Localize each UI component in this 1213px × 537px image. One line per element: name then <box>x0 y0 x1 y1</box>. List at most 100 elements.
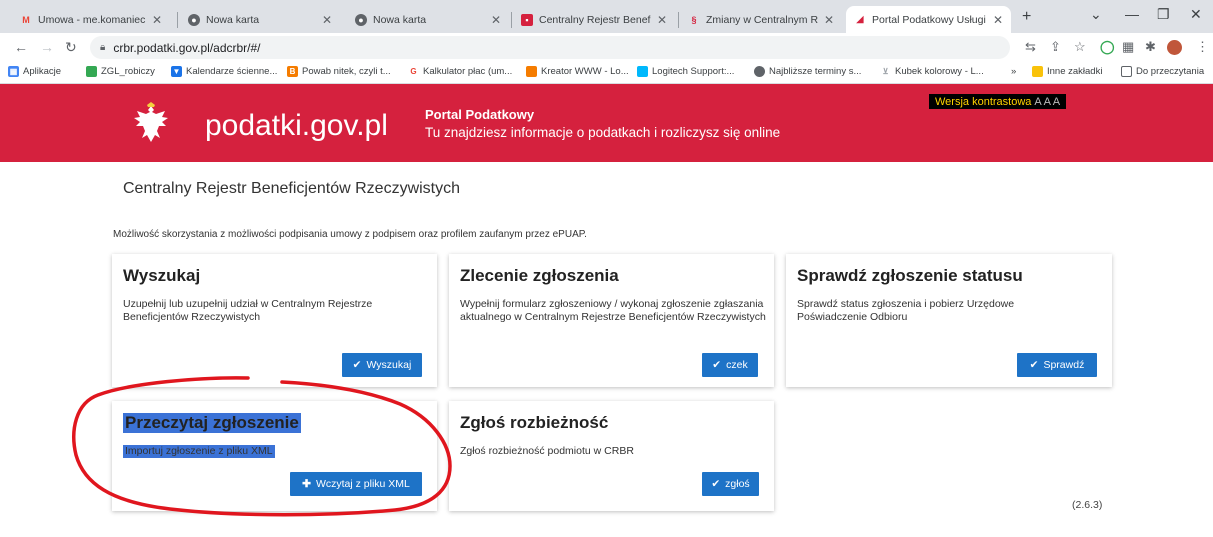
contrast-toggle[interactable]: Wersja kontrastowa A A A <box>929 94 1067 109</box>
tab-title: Umowa - me.komaniecka@ <box>38 13 146 26</box>
check-icon: ✔ <box>711 478 721 490</box>
bookmark-favicon-icon: ▼ <box>171 66 182 77</box>
bookmark-label: Do przeczytania <box>1136 66 1205 77</box>
button-label: Sprawdź <box>1043 359 1085 371</box>
bookmark-item[interactable]: B Powab nitek, czyli t... <box>287 66 391 77</box>
card-title: Wyszukaj <box>123 266 201 285</box>
check-icon: ✔ <box>712 359 722 371</box>
translate-icon[interactable]: ⇆ <box>1025 39 1036 55</box>
button-label: Wczytaj z pliku XML <box>315 478 410 490</box>
contrast-label: Wersja kontrastowa <box>935 95 1032 108</box>
tab-portal-podatkowy[interactable]: ◢ Portal Podatkowy Usługi - ✕ <box>846 6 1011 33</box>
bookmark-item[interactable]: Najbliższe terminy s... <box>754 66 861 77</box>
bookmark-item[interactable]: G Kalkulator płac (um... <box>408 66 512 77</box>
bookmark-item[interactable]: Logitech Support:... <box>637 66 734 77</box>
card-zglos-rozbieznosc: Zgłoś rozbieżność Zgłoś rozbieżność podm… <box>449 401 774 511</box>
bookmark-apps[interactable]: ▦ Aplikacje <box>8 66 61 77</box>
tab-title: Centralny Rejestr Beneficjen <box>539 13 651 26</box>
bookmark-item[interactable]: Kreator WWW - Lo... <box>526 66 629 77</box>
lock-icon[interactable]: 🔒︎ <box>100 42 105 53</box>
card-wyszukaj: Wyszukaj Uzupełnij lub uzupełnij udział … <box>112 254 437 387</box>
card-description: Importuj zgłoszenie z pliku XML <box>123 445 275 458</box>
browser-tab-strip: M Umowa - me.komaniecka@ ✕ ● Nowa karta … <box>0 0 1213 33</box>
logitech-icon <box>637 66 648 77</box>
check-status-button[interactable]: ✔ Sprawdź <box>1017 353 1097 377</box>
close-tab-icon[interactable]: ✕ <box>657 13 667 27</box>
bookmark-label: Kalendarze ścienne... <box>186 66 278 77</box>
back-icon[interactable]: ← <box>14 39 28 55</box>
tab-separator <box>177 12 178 28</box>
address-bar[interactable]: 🔒︎ crbr.podatki.gov.pl/adcrbr/#/ <box>90 36 1010 59</box>
bookmark-favicon-icon <box>86 66 97 77</box>
crbr-icon: ▪ <box>521 13 533 26</box>
bookmark-favicon-icon <box>526 66 537 77</box>
close-tab-icon[interactable]: ✕ <box>824 13 834 27</box>
extension-icon[interactable]: ▦ <box>1122 39 1134 55</box>
close-tab-icon[interactable]: ✕ <box>152 13 162 27</box>
bookmarks-overflow-button[interactable]: » <box>1011 66 1016 77</box>
paragraph-icon: § <box>691 14 697 25</box>
bookmark-label: Najbliższe terminy s... <box>769 66 862 77</box>
reload-icon[interactable]: ↻ <box>65 39 77 56</box>
chrome-icon: ● <box>188 13 200 26</box>
bookmark-label: Kalkulator płac (um... <box>423 66 513 77</box>
close-tab-icon[interactable]: ✕ <box>491 13 501 27</box>
bookmark-item[interactable]: ▼ Kalendarze ścienne... <box>171 66 277 77</box>
app-version: (2.6.3) <box>1072 499 1103 511</box>
extensions-puzzle-icon[interactable]: ✱ <box>1145 39 1156 55</box>
extension-green-icon[interactable]: ◯ <box>1100 39 1115 55</box>
tab-separator <box>511 12 512 28</box>
portal-subtitle: Tu znajdziesz informacje o podatkach i r… <box>425 125 781 140</box>
podatki-icon: ◢ <box>856 14 864 24</box>
other-bookmarks[interactable]: Inne zakładki <box>1032 66 1102 77</box>
bookmark-label: Logitech Support:... <box>652 66 735 77</box>
new-tab-icon[interactable]: + <box>1022 8 1031 26</box>
search-button[interactable]: ✔ Wyszukaj <box>342 353 422 377</box>
tab-gmail[interactable]: M Umowa - me.komaniecka@ ✕ <box>12 6 170 33</box>
minimize-icon[interactable]: — <box>1125 6 1139 22</box>
window-close-icon[interactable]: ✕ <box>1190 6 1202 23</box>
tab-new-1[interactable]: ● Nowa karta ✕ <box>180 6 340 33</box>
tab-new-2[interactable]: ● Nowa karta ✕ <box>347 6 509 33</box>
order-button[interactable]: ✔ czek <box>702 353 758 377</box>
bookmark-item[interactable]: ⊻ Kubek kolorowy - L... <box>880 66 984 77</box>
bookmark-label: Kubek kolorowy - L... <box>895 66 984 77</box>
tab-crbr[interactable]: ▪ Centralny Rejestr Beneficjen ✕ <box>513 6 675 33</box>
bookmark-label: Powab nitek, czyli t... <box>302 66 391 77</box>
bookmarks-bar: ▦ Aplikacje ZGL_robiczy ▼ Kalendarze ści… <box>0 62 1213 84</box>
share-icon[interactable]: ⇪ <box>1050 39 1061 55</box>
google-icon: G <box>408 66 419 77</box>
bookmark-item[interactable]: ZGL_robiczy <box>86 66 155 77</box>
tab-zmiany[interactable]: § Zmiany w Centralnym Rejes ✕ <box>680 6 842 33</box>
portal-title: Portal Podatkowy <box>425 107 535 122</box>
tab-title: Nowa karta <box>373 13 427 26</box>
close-tab-icon[interactable]: ✕ <box>322 13 332 27</box>
tab-separator <box>678 12 679 28</box>
browser-toolbar: ← → ↻ 🔒︎ crbr.podatki.gov.pl/adcrbr/#/ ⇆… <box>0 33 1213 62</box>
bookmark-star-icon[interactable]: ☆ <box>1074 39 1086 55</box>
reading-list[interactable]: Do przeczytania <box>1121 66 1204 77</box>
chrome-icon: ● <box>355 13 367 26</box>
card-zlecenie-zgloszenia: Zlecenie zgłoszenia Wypełnij formularz z… <box>449 254 774 387</box>
bookmark-label: Inne zakładki <box>1047 66 1103 77</box>
profile-avatar[interactable] <box>1167 40 1182 55</box>
page-title: Centralny Rejestr Beneficjentów Rzeczywi… <box>123 180 461 197</box>
bookmark-favicon-icon: B <box>287 66 298 77</box>
site-brand[interactable]: podatki.gov.pl <box>205 109 388 143</box>
card-title: Zgłoś rozbieżność <box>460 413 609 432</box>
info-note: Możliwość skorzystania z możliwości podp… <box>113 229 587 240</box>
menu-kebab-icon[interactable]: ⋮ <box>1196 39 1209 55</box>
report-discrepancy-button[interactable]: ✔ zgłoś <box>702 472 759 496</box>
import-xml-button[interactable]: ✚ Wczytaj z pliku XML <box>290 472 422 496</box>
maximize-icon[interactable]: ❐ <box>1157 6 1170 23</box>
tab-search-icon[interactable]: ⌄ <box>1090 6 1102 23</box>
card-title: Sprawdź zgłoszenie statusu <box>797 266 1023 285</box>
polish-eagle-logo[interactable] <box>131 102 171 144</box>
check-icon: ✔ <box>352 359 362 371</box>
close-tab-icon[interactable]: ✕ <box>993 13 1003 27</box>
font-size-letters[interactable]: A A A <box>1034 96 1060 108</box>
forward-icon[interactable]: → <box>40 39 54 55</box>
card-description: Wypełnij formularz zgłoszeniowy / wykona… <box>460 298 766 323</box>
gmail-icon: M <box>22 14 30 25</box>
card-description: Sprawdź status zgłoszenia i pobierz Urzę… <box>797 298 1015 323</box>
